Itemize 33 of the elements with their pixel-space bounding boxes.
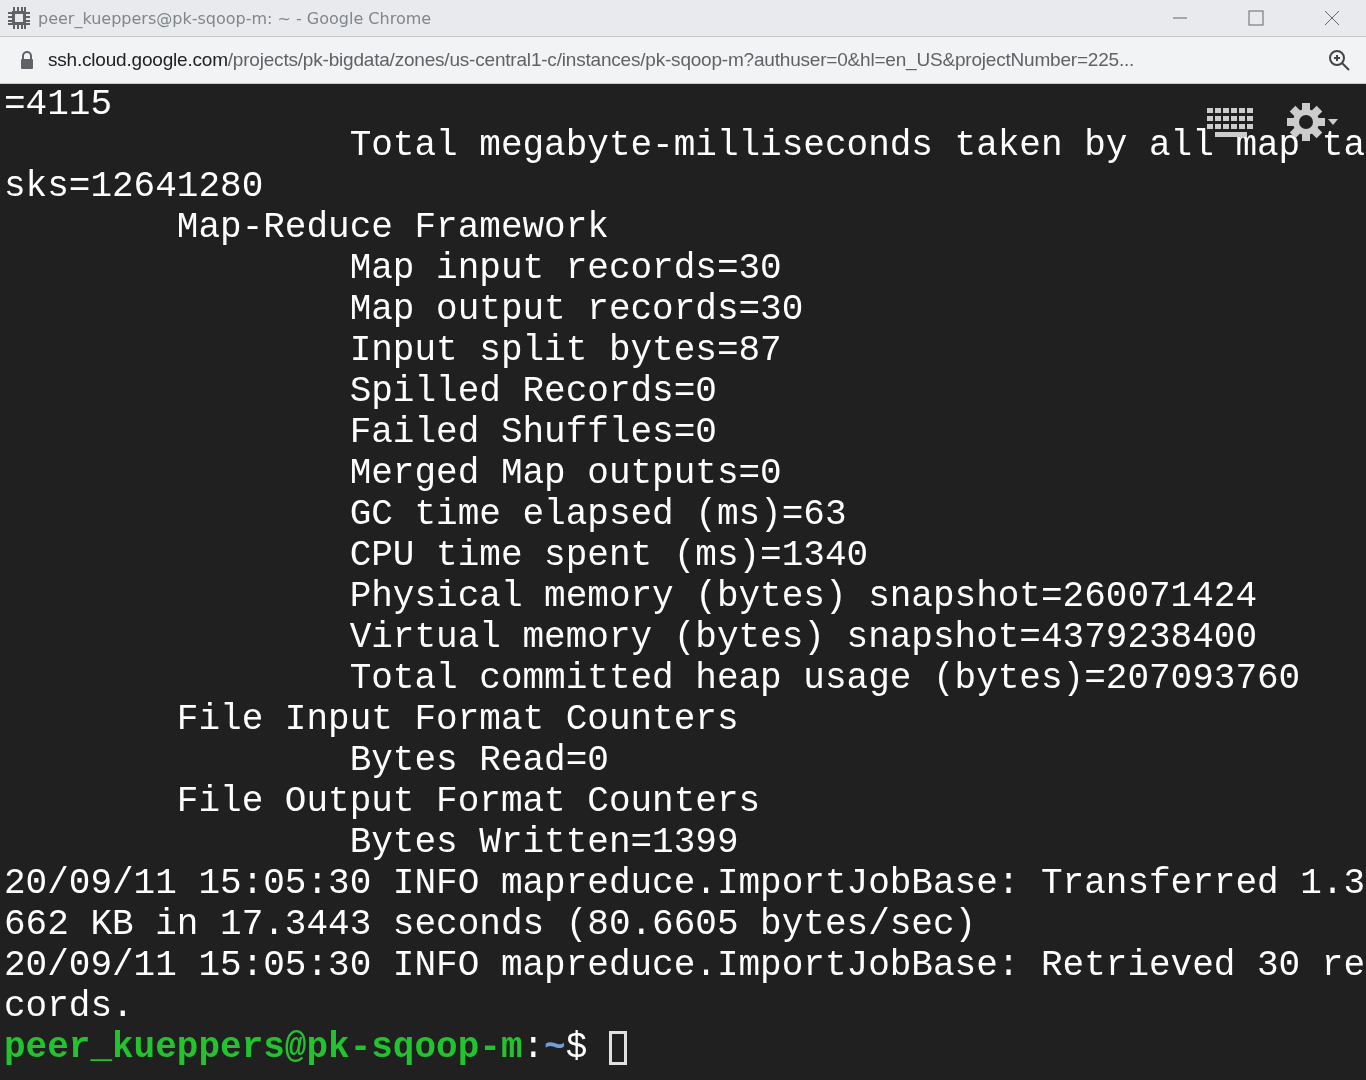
terminal-line: GC time elapsed (ms)=63 <box>348 494 847 535</box>
terminal-line: cords. <box>4 986 134 1027</box>
terminal-line: CPU time spent (ms)=1340 <box>348 535 869 576</box>
chip-icon <box>8 7 30 29</box>
terminal-line: Physical memory (bytes) snapshot=260071424 <box>348 576 1257 617</box>
terminal-line: Bytes Read=0 <box>348 740 609 781</box>
terminal-line: Failed Shuffles=0 <box>348 412 717 453</box>
terminal-line: Merged Map outputs=0 <box>348 453 782 494</box>
window-title: peer_kueppers@pk-sqoop-m: ~ - Google Chrome <box>38 8 433 28</box>
terminal-line: sks=12641280 <box>4 166 264 207</box>
prompt-user-host: peer_kueppers@pk-sqoop-m <box>4 1027 523 1068</box>
prompt-path: ~ <box>544 1027 566 1068</box>
close-button[interactable] <box>1324 10 1340 26</box>
terminal-line: 20/09/11 15:05:30 INFO mapreduce.ImportJobBase: Transferred 1.3 <box>4 863 1366 904</box>
prompt-symbol: $ <box>565 1027 588 1068</box>
terminal-line: Map-Reduce Framework <box>175 207 609 248</box>
terminal-line: Map input records=30 <box>348 248 782 289</box>
terminal-line: File Input Format Counters <box>175 699 739 740</box>
terminal-line: Virtual memory (bytes) snapshot=4379238400 <box>348 617 1257 658</box>
terminal-line: Map output records=30 <box>348 289 804 330</box>
terminal-line: Spilled Records=0 <box>348 371 717 412</box>
lock-icon <box>20 51 34 69</box>
terminal-line: Total committed heap usage (bytes)=207093760 <box>348 658 1301 699</box>
prompt-separator: : <box>522 1027 545 1068</box>
terminal-line: 662 KB in 17.3443 seconds (80.6605 bytes/sec) <box>4 904 977 945</box>
terminal-line: File Output Format Counters <box>175 781 761 822</box>
terminal-line: =4115 <box>4 84 113 125</box>
terminal-line: 20/09/11 15:05:30 INFO mapreduce.ImportJobBase: Retrieved 30 re <box>4 945 1366 986</box>
zoom-icon[interactable] <box>1328 49 1350 71</box>
terminal-line: Total megabyte-milliseconds taken by all map ta <box>348 125 1366 166</box>
terminal-line: Input split bytes=87 <box>348 330 782 371</box>
terminal-line: Bytes Written=1399 <box>348 822 739 863</box>
cursor <box>609 1030 628 1065</box>
